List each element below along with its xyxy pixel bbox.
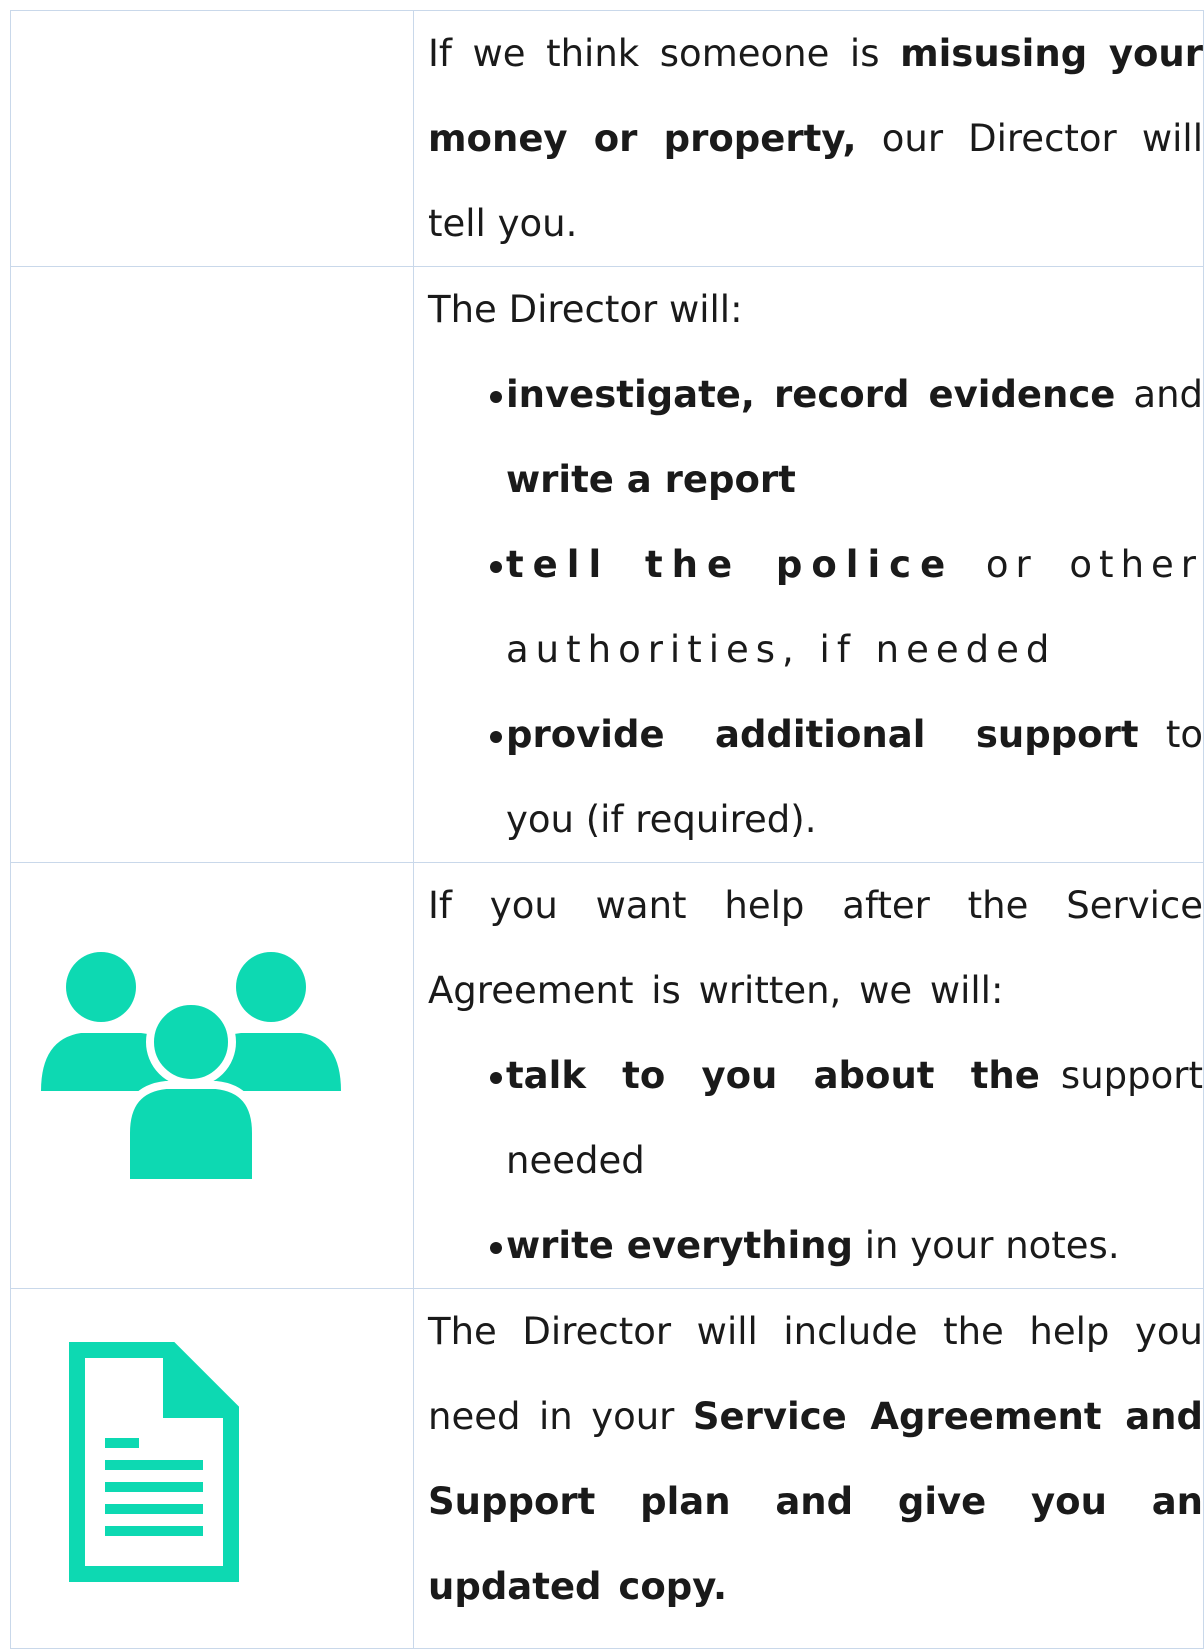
- text-cell: The Director will: investigate, record e…: [413, 266, 1204, 863]
- text-cell: If you want help after the Service Agree…: [413, 862, 1204, 1289]
- bullet: [486, 1033, 506, 1118]
- text-cell: The Director will include the help you n…: [413, 1288, 1204, 1649]
- table-row: The Director will include the help you n…: [10, 1288, 1204, 1649]
- paragraph-help: If you want help after the Service Agree…: [428, 884, 1203, 1012]
- bold-text: talk to you about the: [506, 1054, 1040, 1097]
- bold-text: investigate, record evidence: [506, 373, 1116, 416]
- text: in your notes.: [852, 1224, 1120, 1267]
- text: and: [1115, 373, 1204, 416]
- list-item: provide additional support to you (if re…: [486, 692, 1203, 862]
- bullet: [486, 522, 506, 607]
- bold-text: write a report: [506, 458, 796, 501]
- paragraph-misuse: If we think someone is misusing your mon…: [428, 11, 1203, 266]
- list-item: investigate, record evidence and write a…: [486, 352, 1203, 522]
- bold-text: tell the police: [506, 543, 955, 586]
- bullet: [486, 692, 506, 777]
- list-item: tell the police or other authorities, if…: [486, 522, 1203, 692]
- list-item: write everything in your notes.: [486, 1203, 1203, 1288]
- people-group-icon: [41, 951, 341, 1187]
- content-table: If we think someone is misusing your mon…: [10, 10, 1204, 1649]
- icon-cell-empty: [10, 10, 414, 267]
- icon-cell-empty: [10, 266, 414, 863]
- table-row: If you want help after the Service Agree…: [10, 862, 1204, 1289]
- bullet: [486, 352, 506, 437]
- icon-cell: [10, 1288, 414, 1649]
- bold-text: provide additional support: [506, 713, 1139, 756]
- paragraph-intro: The Director will:: [428, 288, 743, 331]
- list-item: talk to you about the support needed: [486, 1033, 1203, 1203]
- table-row: The Director will: investigate, record e…: [10, 266, 1204, 863]
- document-icon: [69, 1342, 239, 1586]
- table-row: If we think someone is misusing your mon…: [10, 10, 1204, 267]
- bold-text: write everything: [506, 1224, 853, 1267]
- icon-cell: [10, 862, 414, 1289]
- paragraph-service-agreement: The Director will include the help you n…: [428, 1289, 1203, 1629]
- bullet: [486, 1203, 506, 1288]
- text-cell: If we think someone is misusing your mon…: [413, 10, 1204, 267]
- text: If we think someone is: [428, 32, 901, 75]
